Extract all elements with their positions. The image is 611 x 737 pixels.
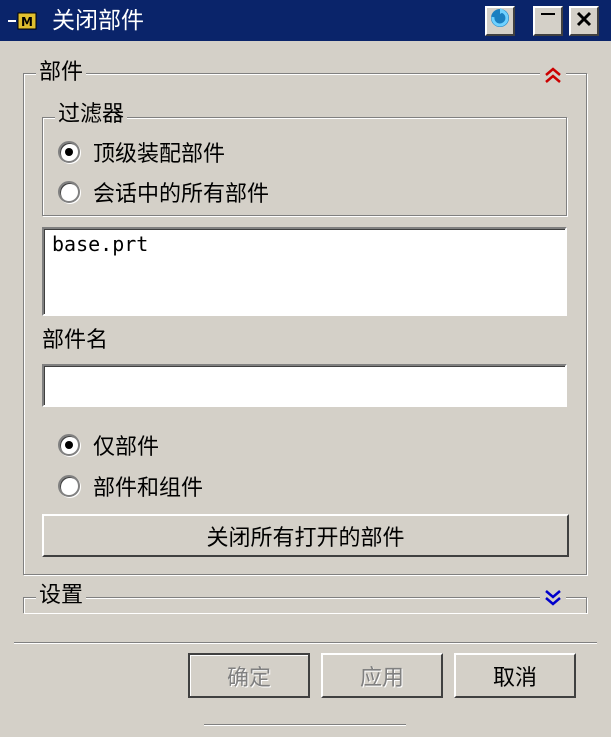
close-button[interactable] — [569, 6, 599, 36]
radio-label: 仅部件 — [93, 435, 160, 460]
radio-button-checked[interactable] — [58, 141, 80, 163]
radio-parts-and-components[interactable]: 部件和组件 — [58, 471, 203, 501]
undo-button[interactable] — [485, 6, 515, 36]
window-title: 关闭部件 — [52, 8, 144, 34]
close-icon — [574, 9, 594, 34]
nx-app-icon: M — [8, 9, 38, 33]
settings-group — [23, 597, 587, 613]
part-name-label: 部件名 — [42, 328, 109, 353]
radio-button-unchecked[interactable] — [58, 475, 80, 497]
double-chevron-up-icon[interactable] — [540, 65, 566, 90]
double-chevron-down-icon[interactable] — [540, 588, 566, 613]
apply-button[interactable]: 应用 — [321, 653, 443, 698]
radio-all-session-parts[interactable]: 会话中的所有部件 — [58, 177, 269, 207]
minimize-icon — [538, 9, 558, 34]
part-name-input[interactable] — [42, 364, 567, 407]
footer-separator — [14, 642, 597, 644]
list-item[interactable]: base.prt — [52, 232, 148, 256]
radio-label: 会话中的所有部件 — [93, 182, 270, 207]
radio-parts-only[interactable]: 仅部件 — [58, 430, 159, 460]
part-group-label: 部件 — [36, 59, 87, 87]
radio-label: 顶级装配部件 — [93, 142, 226, 167]
minimize-button[interactable] — [533, 6, 563, 36]
cancel-button[interactable]: 取消 — [454, 653, 576, 698]
close-all-open-parts-button[interactable]: 关闭所有打开的部件 — [42, 514, 569, 557]
title-bar[interactable]: M 关闭部件 — [0, 0, 611, 43]
radio-label: 部件和组件 — [93, 476, 204, 501]
ok-button[interactable]: 确定 — [188, 653, 310, 698]
radio-button-checked[interactable] — [58, 434, 80, 456]
filter-group-label: 过滤器 — [55, 101, 128, 129]
radio-button-unchecked[interactable] — [58, 181, 80, 203]
resize-grip[interactable] — [204, 724, 406, 726]
part-list[interactable]: base.prt — [42, 227, 567, 316]
settings-group-label: 设置 — [36, 582, 87, 610]
undo-icon — [488, 7, 512, 35]
radio-top-level-assembly[interactable]: 顶级装配部件 — [58, 137, 225, 167]
svg-text:M: M — [21, 15, 33, 29]
